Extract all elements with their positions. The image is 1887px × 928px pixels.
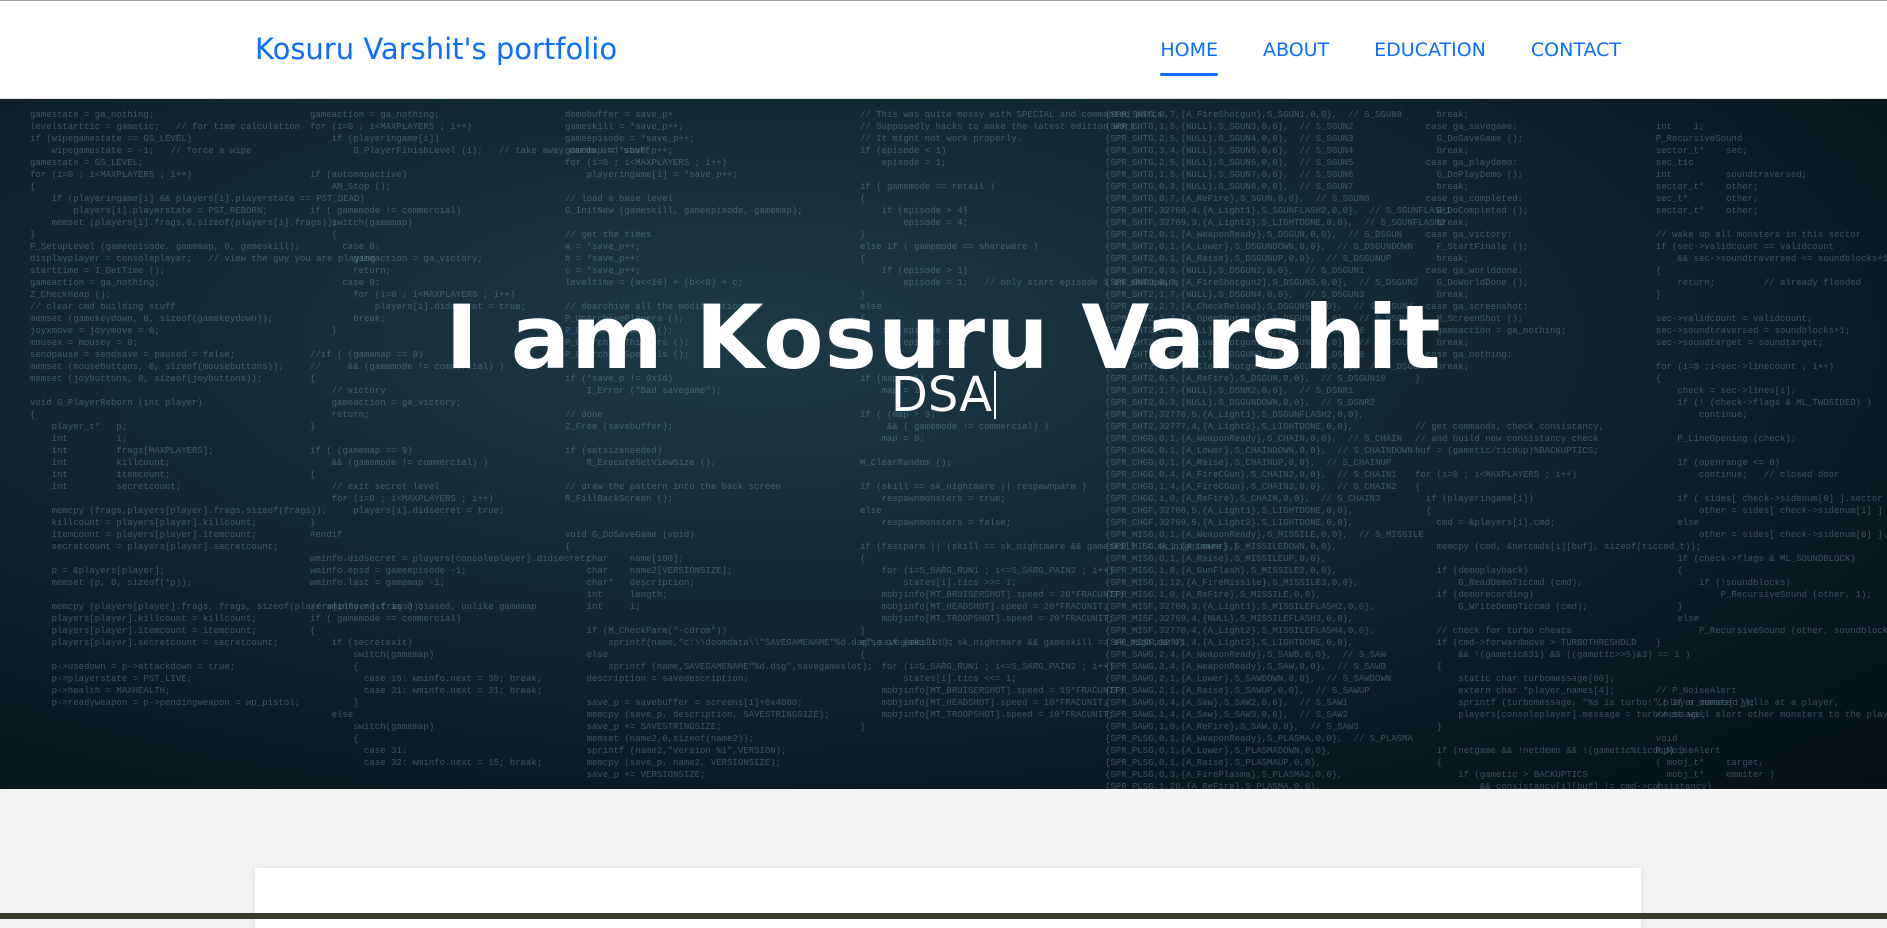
nav-home[interactable]: HOME [1160,39,1218,79]
navbar: Kosuru Varshit's portfolio HOME ABOUT ED… [0,1,1887,99]
nav-menu: HOME ABOUT EDUCATION CONTACT [1160,39,1621,79]
nav-contact[interactable]: CONTACT [1531,39,1621,79]
hero-subtitle-typing: DSA [0,367,1887,423]
hero-section: gamestate = ga_nothing; levelstarttic = … [0,99,1887,789]
code-background-image: gamestate = ga_nothing; levelstarttic = … [30,110,1887,789]
next-section-edge [0,913,1887,919]
content-card [255,868,1641,928]
nav-about[interactable]: ABOUT [1263,39,1329,79]
hero-subtitle-text: DSA [890,367,993,423]
typing-cursor [994,371,997,419]
nav-education[interactable]: EDUCATION [1374,39,1486,79]
brand-link[interactable]: Kosuru Varshit's portfolio [255,32,617,66]
